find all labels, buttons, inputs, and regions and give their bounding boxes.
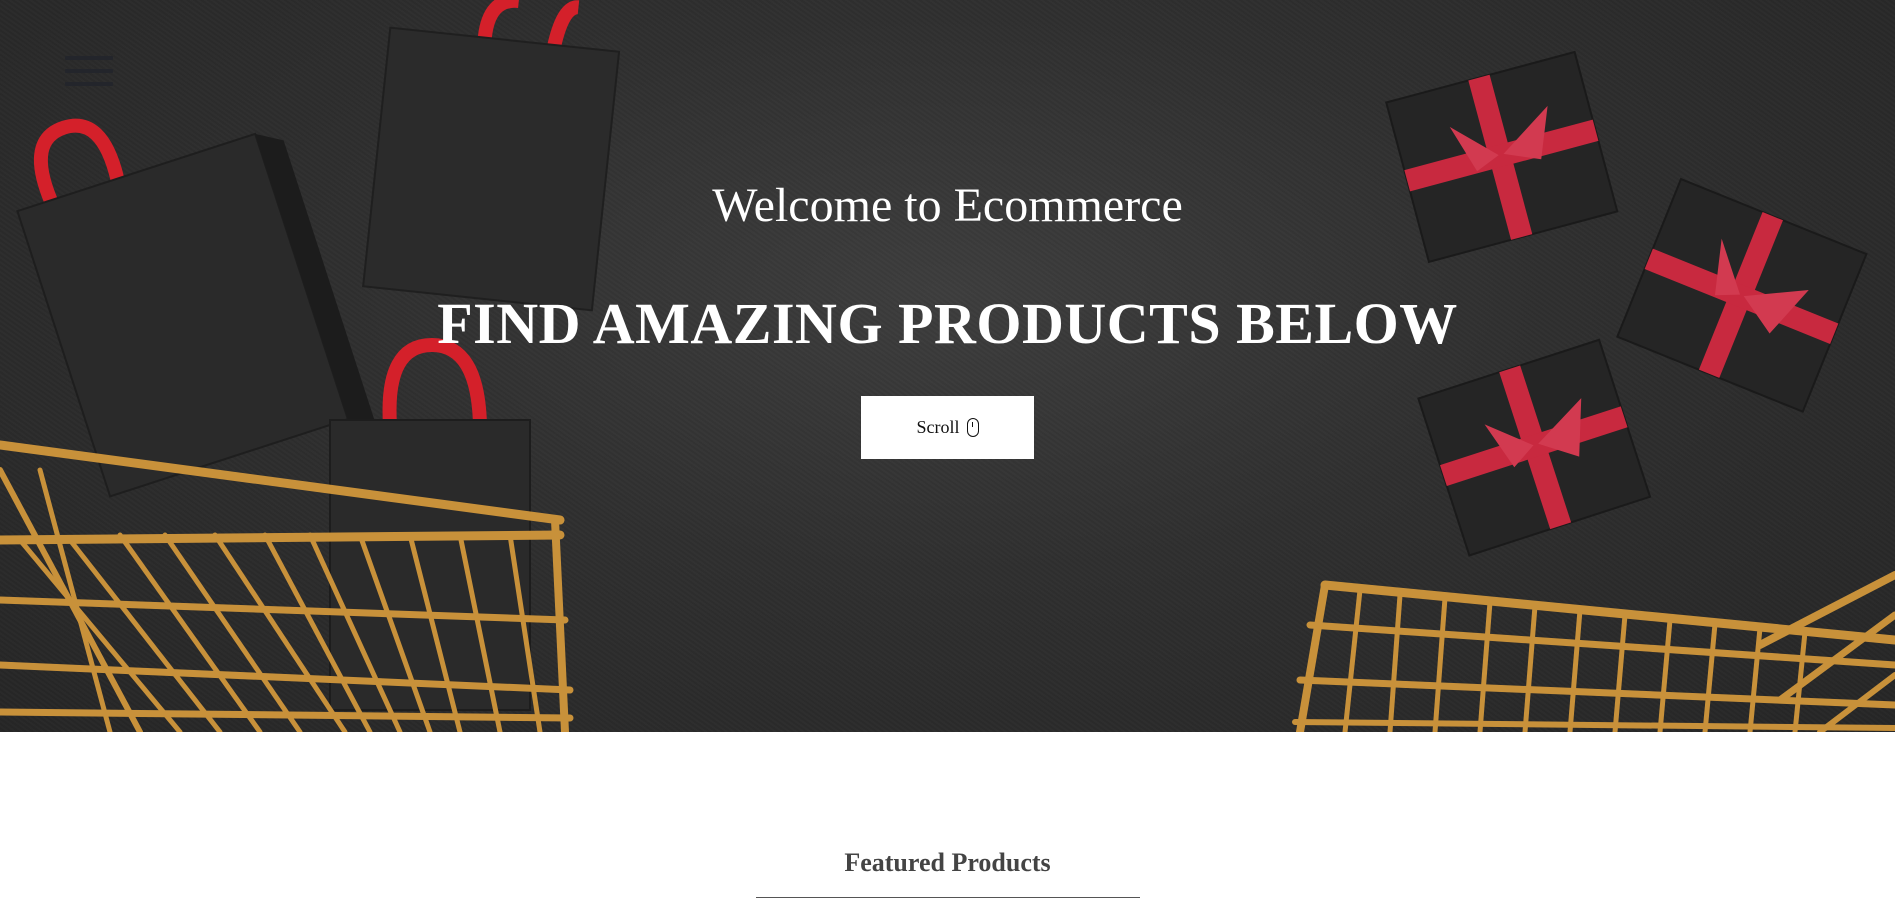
hero-headline: FIND AMAZING PRODUCTS BELOW [437, 291, 1458, 356]
hamburger-menu-icon[interactable] [65, 54, 113, 90]
shopping-cart-right [1292, 571, 1895, 732]
menu-bar [65, 56, 113, 60]
shopping-bag-top [362, 0, 621, 312]
mouse-icon [966, 418, 979, 437]
menu-bar [65, 69, 113, 73]
menu-bar [65, 82, 113, 86]
scroll-button-label: Scroll [916, 417, 960, 437]
hero-background-image [0, 0, 1895, 732]
scroll-button[interactable]: Scroll [861, 396, 1034, 459]
welcome-heading: Welcome to Ecommerce [712, 179, 1183, 232]
shopping-bag-left [16, 118, 375, 498]
featured-products-heading: Featured Products [844, 848, 1051, 877]
gift-box-bottom [1417, 338, 1652, 557]
heading-underline [756, 897, 1140, 898]
hero-banner: Welcome to Ecommerce FIND AMAZING PRODUC… [0, 0, 1895, 732]
